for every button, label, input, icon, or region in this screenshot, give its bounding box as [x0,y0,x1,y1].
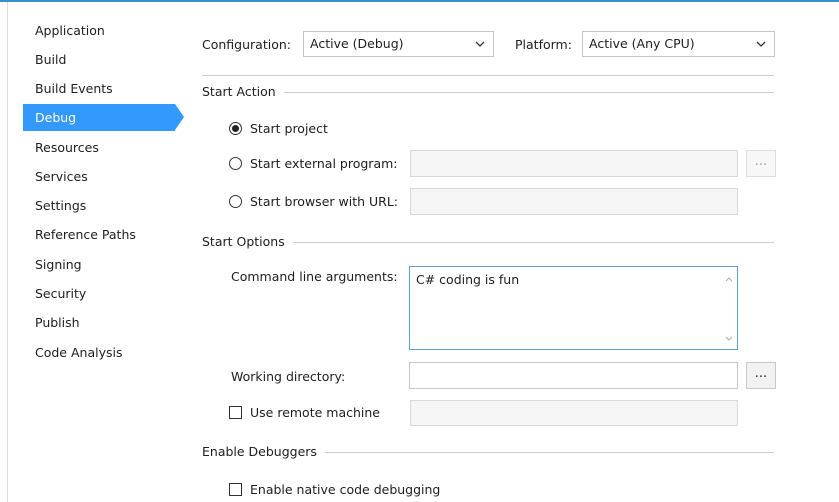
textarea-scrollbar[interactable] [721,267,737,349]
command-line-args-value: C# coding is fun [416,272,520,287]
start-browser-radio[interactable] [229,195,242,208]
sidebar-item-reference-paths[interactable]: Reference Paths [23,221,175,248]
remote-machine-option[interactable]: Use remote machine [229,405,380,420]
working-directory-label: Working directory: [231,369,346,384]
sidebar-item-label: Publish [35,315,80,330]
chevron-down-icon [475,32,485,56]
sidebar-item-label: Build [35,52,67,67]
left-border [7,2,8,502]
start-browser-label: Start browser with URL: [250,194,398,209]
selected-arrow-icon [175,104,184,130]
configuration-dropdown[interactable]: Active (Debug) [303,31,494,57]
external-program-field [410,150,738,177]
native-debugging-option[interactable]: Enable native code debugging [229,482,440,497]
native-debugging-label: Enable native code debugging [250,482,441,497]
config-divider [202,75,774,76]
command-line-args-input[interactable]: C# coding is fun [409,266,738,350]
sidebar-item-settings[interactable]: Settings [23,192,175,219]
command-line-label: Command line arguments: [231,269,398,284]
start-external-radio[interactable] [229,157,242,170]
browser-url-field [410,188,738,215]
platform-label: Platform: [515,37,572,52]
window-top-border [0,0,839,2]
start-project-option[interactable]: Start project [229,121,328,136]
chevron-down-icon [756,32,766,56]
sidebar-item-resources[interactable]: Resources [23,134,175,161]
sidebar-item-label: Code Analysis [35,345,123,360]
sidebar-item-label: Services [35,169,88,184]
working-directory-input[interactable] [409,362,738,389]
external-program-browse-button: ... [746,150,776,177]
configuration-label: Configuration: [202,37,291,52]
sidebar-item-services[interactable]: Services [23,163,175,190]
sidebar-item-label: Settings [35,198,87,213]
start-external-label: Start external program: [250,156,398,171]
sidebar-item-build-events[interactable]: Build Events [23,75,175,102]
sidebar-item-label: Reference Paths [35,227,136,242]
sidebar-item-security[interactable]: Security [23,280,175,307]
sidebar-item-code-analysis[interactable]: Code Analysis [23,339,175,366]
sidebar-item-label: Signing [35,257,82,272]
remote-machine-label: Use remote machine [250,405,380,420]
start-project-label: Start project [250,121,328,136]
start-project-radio[interactable] [229,122,242,135]
sidebar-item-signing[interactable]: Signing [23,251,175,278]
platform-dropdown[interactable]: Active (Any CPU) [582,31,775,57]
start-options-title: Start Options [202,234,293,249]
sidebar-item-label: Debug [35,110,77,125]
remote-machine-field [410,400,738,426]
scroll-down-icon [725,336,733,341]
sidebar-item-debug[interactable]: Debug [23,104,184,131]
sidebar-item-label: Resources [35,140,99,155]
sidebar-item-build[interactable]: Build [23,46,175,73]
enable-debuggers-title: Enable Debuggers [202,444,325,459]
scroll-up-icon [725,277,733,282]
sidebar-item-publish[interactable]: Publish [23,309,175,336]
platform-value: Active (Any CPU) [589,36,695,51]
start-browser-option[interactable]: Start browser with URL: [229,194,398,209]
sidebar-item-label: Security [35,286,87,301]
section-divider [202,92,774,93]
sidebar-item-label: Application [35,23,105,38]
working-directory-browse-button[interactable]: ... [746,362,776,389]
start-external-option[interactable]: Start external program: [229,156,398,171]
remote-machine-checkbox[interactable] [229,406,242,419]
start-action-title: Start Action [202,84,284,99]
sidebar-item-application[interactable]: Application [23,17,175,44]
native-debugging-checkbox[interactable] [229,483,242,496]
configuration-value: Active (Debug) [310,36,404,51]
sidebar-item-label: Build Events [35,81,113,96]
